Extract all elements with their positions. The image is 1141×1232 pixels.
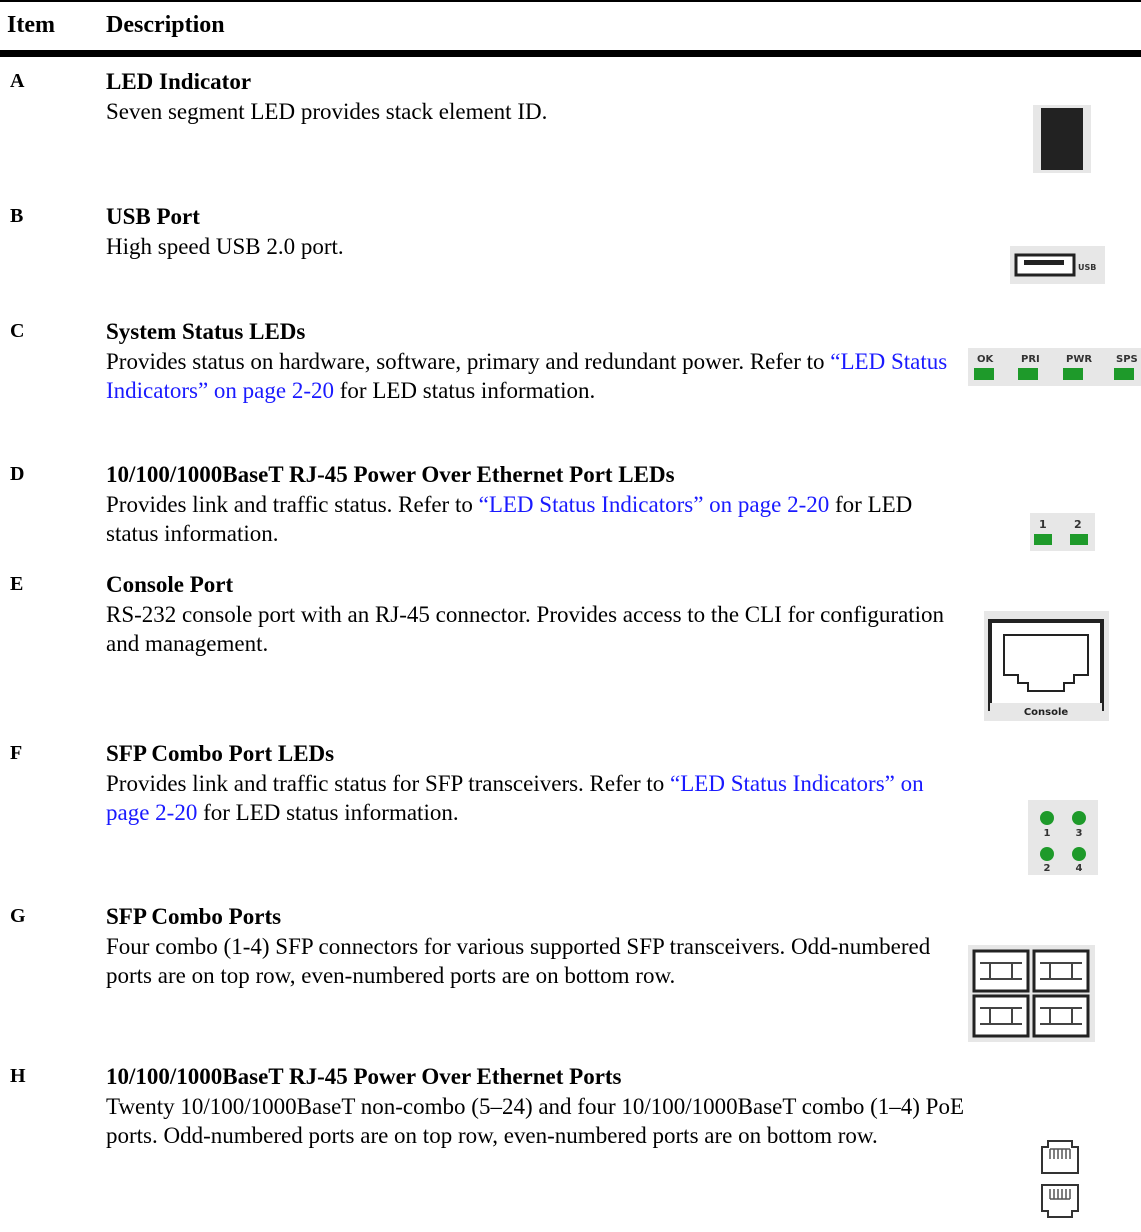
item-letter: F [10,742,23,764]
item-description: RS-232 console port with an RJ-45 connec… [106,602,945,656]
item-description: High speed USB 2.0 port. [106,234,344,259]
item-letter: C [10,320,25,342]
item-title: USB Port [106,204,200,229]
item-description: Provides link and traffic status. Refer … [106,492,913,546]
item-title: LED Indicator [106,69,252,94]
port-led-label-1: 1 [1039,518,1047,531]
header-bottom-rule [0,50,1141,57]
item-letter: B [10,205,24,227]
seven-segment-led-icon [1033,105,1091,173]
item-description: Twenty 10/100/1000BaseT non-combo (5–24)… [106,1094,965,1148]
item-description: Provides link and traffic status for SFP… [106,771,924,825]
port-led-label-2: 2 [1074,518,1082,531]
led-label-ok: OK [977,354,995,365]
led-label-sps: SPS [1116,354,1138,365]
usb-label: USB [1078,263,1096,272]
sfp-led-label-4: 4 [1076,863,1083,874]
sfp-ports-icon [968,945,1095,1042]
item-title: 10/100/1000BaseT RJ-45 Power Over Ethern… [106,1064,622,1089]
led-label-pwr: PWR [1066,354,1092,365]
item-description: Seven segment LED provides stack element… [106,99,548,124]
item-letter: E [10,573,24,595]
console-label: Console [1024,707,1069,718]
item-letter: A [10,70,25,92]
item-title: System Status LEDs [106,319,306,344]
header-top-rule [0,0,1141,2]
item-title: Console Port [106,572,234,597]
header-item: Item [7,12,55,38]
header-description: Description [106,12,225,38]
sfp-port-leds-icon: 1 3 2 4 [1028,800,1098,875]
sfp-led-label-2: 2 [1044,863,1051,874]
rj45-ports-icon [1038,1133,1082,1225]
led-status-link[interactable]: “LED Status Indicators” on page 2-20 [479,492,830,517]
led-label-pri: PRI [1021,354,1040,365]
item-description: Provides status on hardware, software, p… [106,349,948,403]
item-title: SFP Combo Port LEDs [106,741,335,766]
poe-port-leds-icon: 1 2 [1030,513,1095,551]
item-letter: H [10,1065,26,1087]
item-letter: D [10,463,25,485]
sfp-led-label-3: 3 [1076,828,1083,839]
item-letter: G [10,905,26,927]
item-title: SFP Combo Ports [106,904,282,929]
console-port-icon: Console [984,611,1109,721]
item-title: 10/100/1000BaseT RJ-45 Power Over Ethern… [106,462,675,487]
sfp-led-label-1: 1 [1044,828,1051,839]
usb-port-icon: USB [1010,246,1105,284]
system-status-leds-icon: OK PRI PWR SPS [968,348,1141,386]
item-description: Four combo (1-4) SFP connectors for vari… [106,934,931,988]
